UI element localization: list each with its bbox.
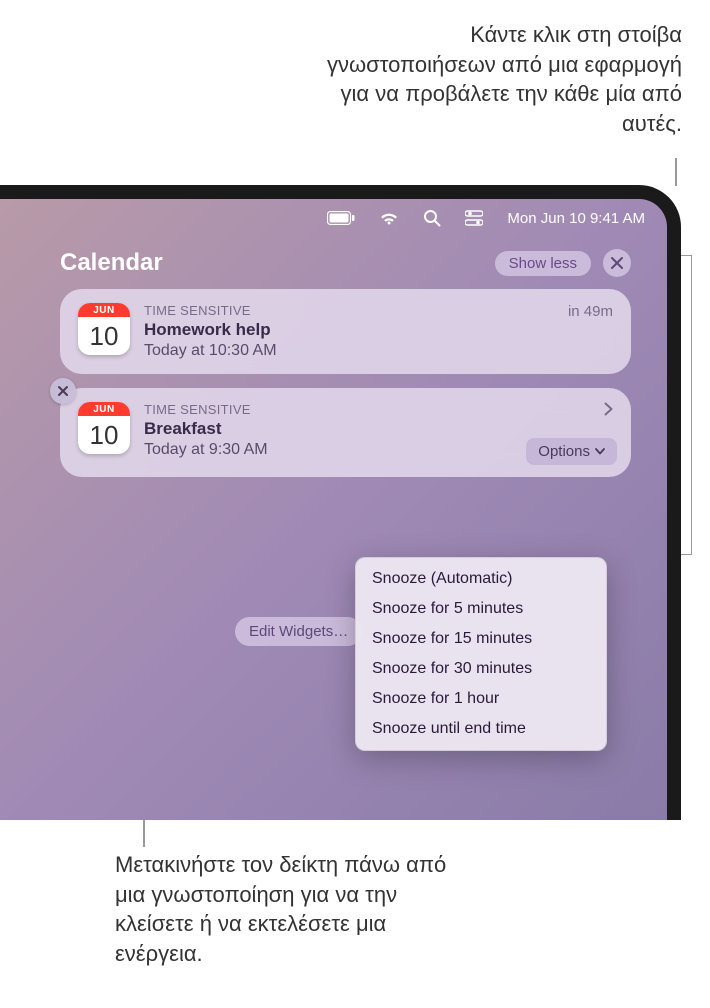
options-label: Options bbox=[538, 443, 590, 460]
notification-when: Today at 10:30 AM bbox=[144, 342, 613, 360]
notification-app-title: Calendar bbox=[60, 249, 483, 277]
chevron-down-icon bbox=[595, 448, 605, 455]
notification-title: Homework help bbox=[144, 320, 613, 340]
close-icon bbox=[610, 256, 624, 270]
device-screen: Mon Jun 10 9:41 AM Calendar Show less JU… bbox=[0, 185, 681, 820]
notification-title: Breakfast bbox=[144, 419, 613, 439]
menu-bar: Mon Jun 10 9:41 AM bbox=[0, 199, 667, 237]
callout-top: Κάντε κλικ στη στοίβα γνωστοποιήσεων από… bbox=[322, 20, 682, 139]
callout-bottom: Μετακινήστε τον δείκτη πάνω από μια γνωσ… bbox=[115, 850, 475, 969]
close-all-button[interactable] bbox=[603, 249, 631, 277]
chevron-right-icon[interactable] bbox=[604, 402, 613, 421]
options-menu-item[interactable]: Snooze for 1 hour bbox=[356, 684, 606, 714]
calendar-icon-day: 10 bbox=[78, 416, 130, 454]
notification-card[interactable]: JUN 10 TIME SENSITIVE Homework help Toda… bbox=[60, 289, 631, 374]
notification-label: TIME SENSITIVE bbox=[144, 402, 613, 417]
notification-close-button[interactable] bbox=[50, 378, 76, 404]
control-center-icon[interactable] bbox=[465, 210, 483, 226]
options-button[interactable]: Options bbox=[526, 438, 617, 465]
options-menu-item[interactable]: Snooze (Automatic) bbox=[356, 564, 606, 594]
notification-label: TIME SENSITIVE bbox=[144, 303, 613, 318]
notification-eta: in 49m bbox=[568, 303, 613, 320]
options-menu-item[interactable]: Snooze until end time bbox=[356, 714, 606, 744]
calendar-icon: JUN 10 bbox=[78, 303, 130, 355]
show-less-button[interactable]: Show less bbox=[495, 251, 591, 276]
menubar-datetime[interactable]: Mon Jun 10 9:41 AM bbox=[507, 210, 645, 227]
wifi-icon[interactable] bbox=[379, 210, 399, 226]
callout-line bbox=[675, 158, 677, 186]
options-menu-item[interactable]: Snooze for 15 minutes bbox=[356, 624, 606, 654]
close-icon bbox=[57, 385, 69, 397]
notification-header: Calendar Show less bbox=[60, 249, 631, 277]
search-icon[interactable] bbox=[423, 209, 441, 227]
calendar-icon: JUN 10 bbox=[78, 402, 130, 454]
calendar-icon-month: JUN bbox=[78, 402, 130, 416]
options-menu: Snooze (Automatic) Snooze for 5 minutes … bbox=[355, 557, 607, 751]
calendar-icon-month: JUN bbox=[78, 303, 130, 317]
calendar-icon-day: 10 bbox=[78, 317, 130, 355]
edit-widgets-button[interactable]: Edit Widgets… bbox=[235, 617, 362, 646]
battery-icon[interactable] bbox=[327, 211, 355, 225]
notification-card[interactable]: JUN 10 TIME SENSITIVE Breakfast Today at… bbox=[60, 388, 631, 477]
options-menu-item[interactable]: Snooze for 5 minutes bbox=[356, 594, 606, 624]
options-menu-item[interactable]: Snooze for 30 minutes bbox=[356, 654, 606, 684]
